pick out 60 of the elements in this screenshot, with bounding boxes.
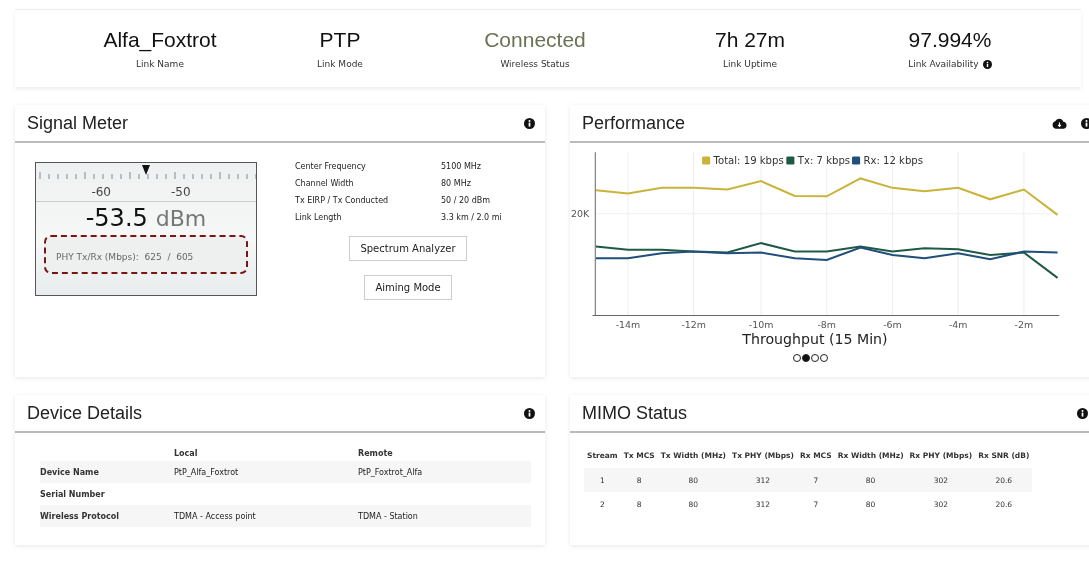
summary-label: Wireless Status — [500, 59, 570, 69]
axis-tick-label: -4m — [948, 319, 968, 331]
action-button[interactable]: Spectrum Analyzer — [349, 236, 467, 261]
summary-label: Link Uptime — [723, 59, 777, 69]
scale-label: -50 — [171, 185, 191, 199]
summary-label: Link Availability — [908, 59, 979, 69]
page-dot[interactable] — [810, 354, 819, 362]
action-button[interactable]: Aiming Mode — [364, 275, 452, 300]
axis-tick-label: -14m — [615, 319, 641, 331]
summary-label: Link Name — [136, 59, 184, 69]
page-dot[interactable] — [819, 354, 828, 362]
column-header: Remote — [358, 448, 394, 458]
detail-label: Link Length — [295, 213, 343, 222]
axis-tick-label: 20K — [571, 208, 590, 220]
legend-label: Tx: 7 kbps — [797, 155, 851, 167]
table-cell-text: TDMA - Station — [358, 511, 419, 521]
phy-rate: PHY Tx/Rx (Mbps): 625 / 605 — [56, 252, 194, 262]
signal-unit: dBm — [155, 206, 207, 231]
row-label: Wireless Protocol — [40, 511, 121, 521]
card-title: Signal Meter — [27, 112, 129, 134]
axis-tick-label: -6m — [883, 319, 902, 331]
detail-value: 80 MHz — [441, 179, 472, 188]
info-icon[interactable] — [524, 407, 535, 419]
axis-tick-label: -2m — [1014, 319, 1034, 331]
cloud-download-icon[interactable] — [1052, 117, 1067, 129]
axis-tick-label: -12m — [681, 319, 706, 331]
summary-value: 97.994% — [908, 28, 992, 52]
summary-value: Connected — [484, 28, 586, 52]
info-icon[interactable] — [1081, 117, 1089, 129]
info-icon[interactable] — [1077, 407, 1088, 419]
page-dot[interactable] — [792, 354, 801, 362]
scale-label: -60 — [91, 185, 111, 199]
axis-tick-label: -8m — [817, 319, 837, 331]
table-cell-text: TDMA - Access point — [174, 511, 257, 521]
detail-value: 50 / 20 dBm — [441, 196, 492, 205]
row-label: Device Name — [40, 467, 100, 477]
summary-label: Link Mode — [317, 59, 363, 69]
row-label: Serial Number — [40, 489, 106, 499]
summary-value: Alfa_Foxtrot — [103, 28, 217, 52]
column-header: Local — [174, 448, 199, 458]
table-cell-text: PtP_Alfa_Foxtrot — [174, 467, 240, 477]
signal-reading: -53.5 — [85, 204, 148, 232]
table-cell-text: PtP_Foxtrot_Alfa — [358, 467, 424, 477]
detail-value: 3.3 km / 2.0 mi — [441, 213, 503, 222]
detail-label: Center Frequency — [295, 162, 367, 171]
detail-label: Tx EIRP / Tx Conducted — [295, 196, 390, 205]
info-icon[interactable] — [982, 59, 992, 69]
summary-value: 7h 27m — [714, 28, 785, 52]
detail-label: Channel Width — [295, 179, 355, 188]
info-icon[interactable] — [524, 117, 535, 129]
legend-label: Total: 19 kbps — [713, 155, 784, 167]
summary-value: PTP — [319, 28, 361, 52]
card-title: MIMO Status — [582, 402, 688, 424]
legend-label: Rx: 12 kbps — [863, 155, 924, 167]
page-dot[interactable] — [801, 354, 810, 362]
axis-title: Throughput (15 Min) — [742, 331, 888, 348]
detail-value: 5100 MHz — [441, 162, 483, 171]
card-title: Device Details — [27, 402, 143, 424]
card-title: Performance — [582, 112, 686, 134]
axis-tick-label: -10m — [748, 319, 774, 331]
